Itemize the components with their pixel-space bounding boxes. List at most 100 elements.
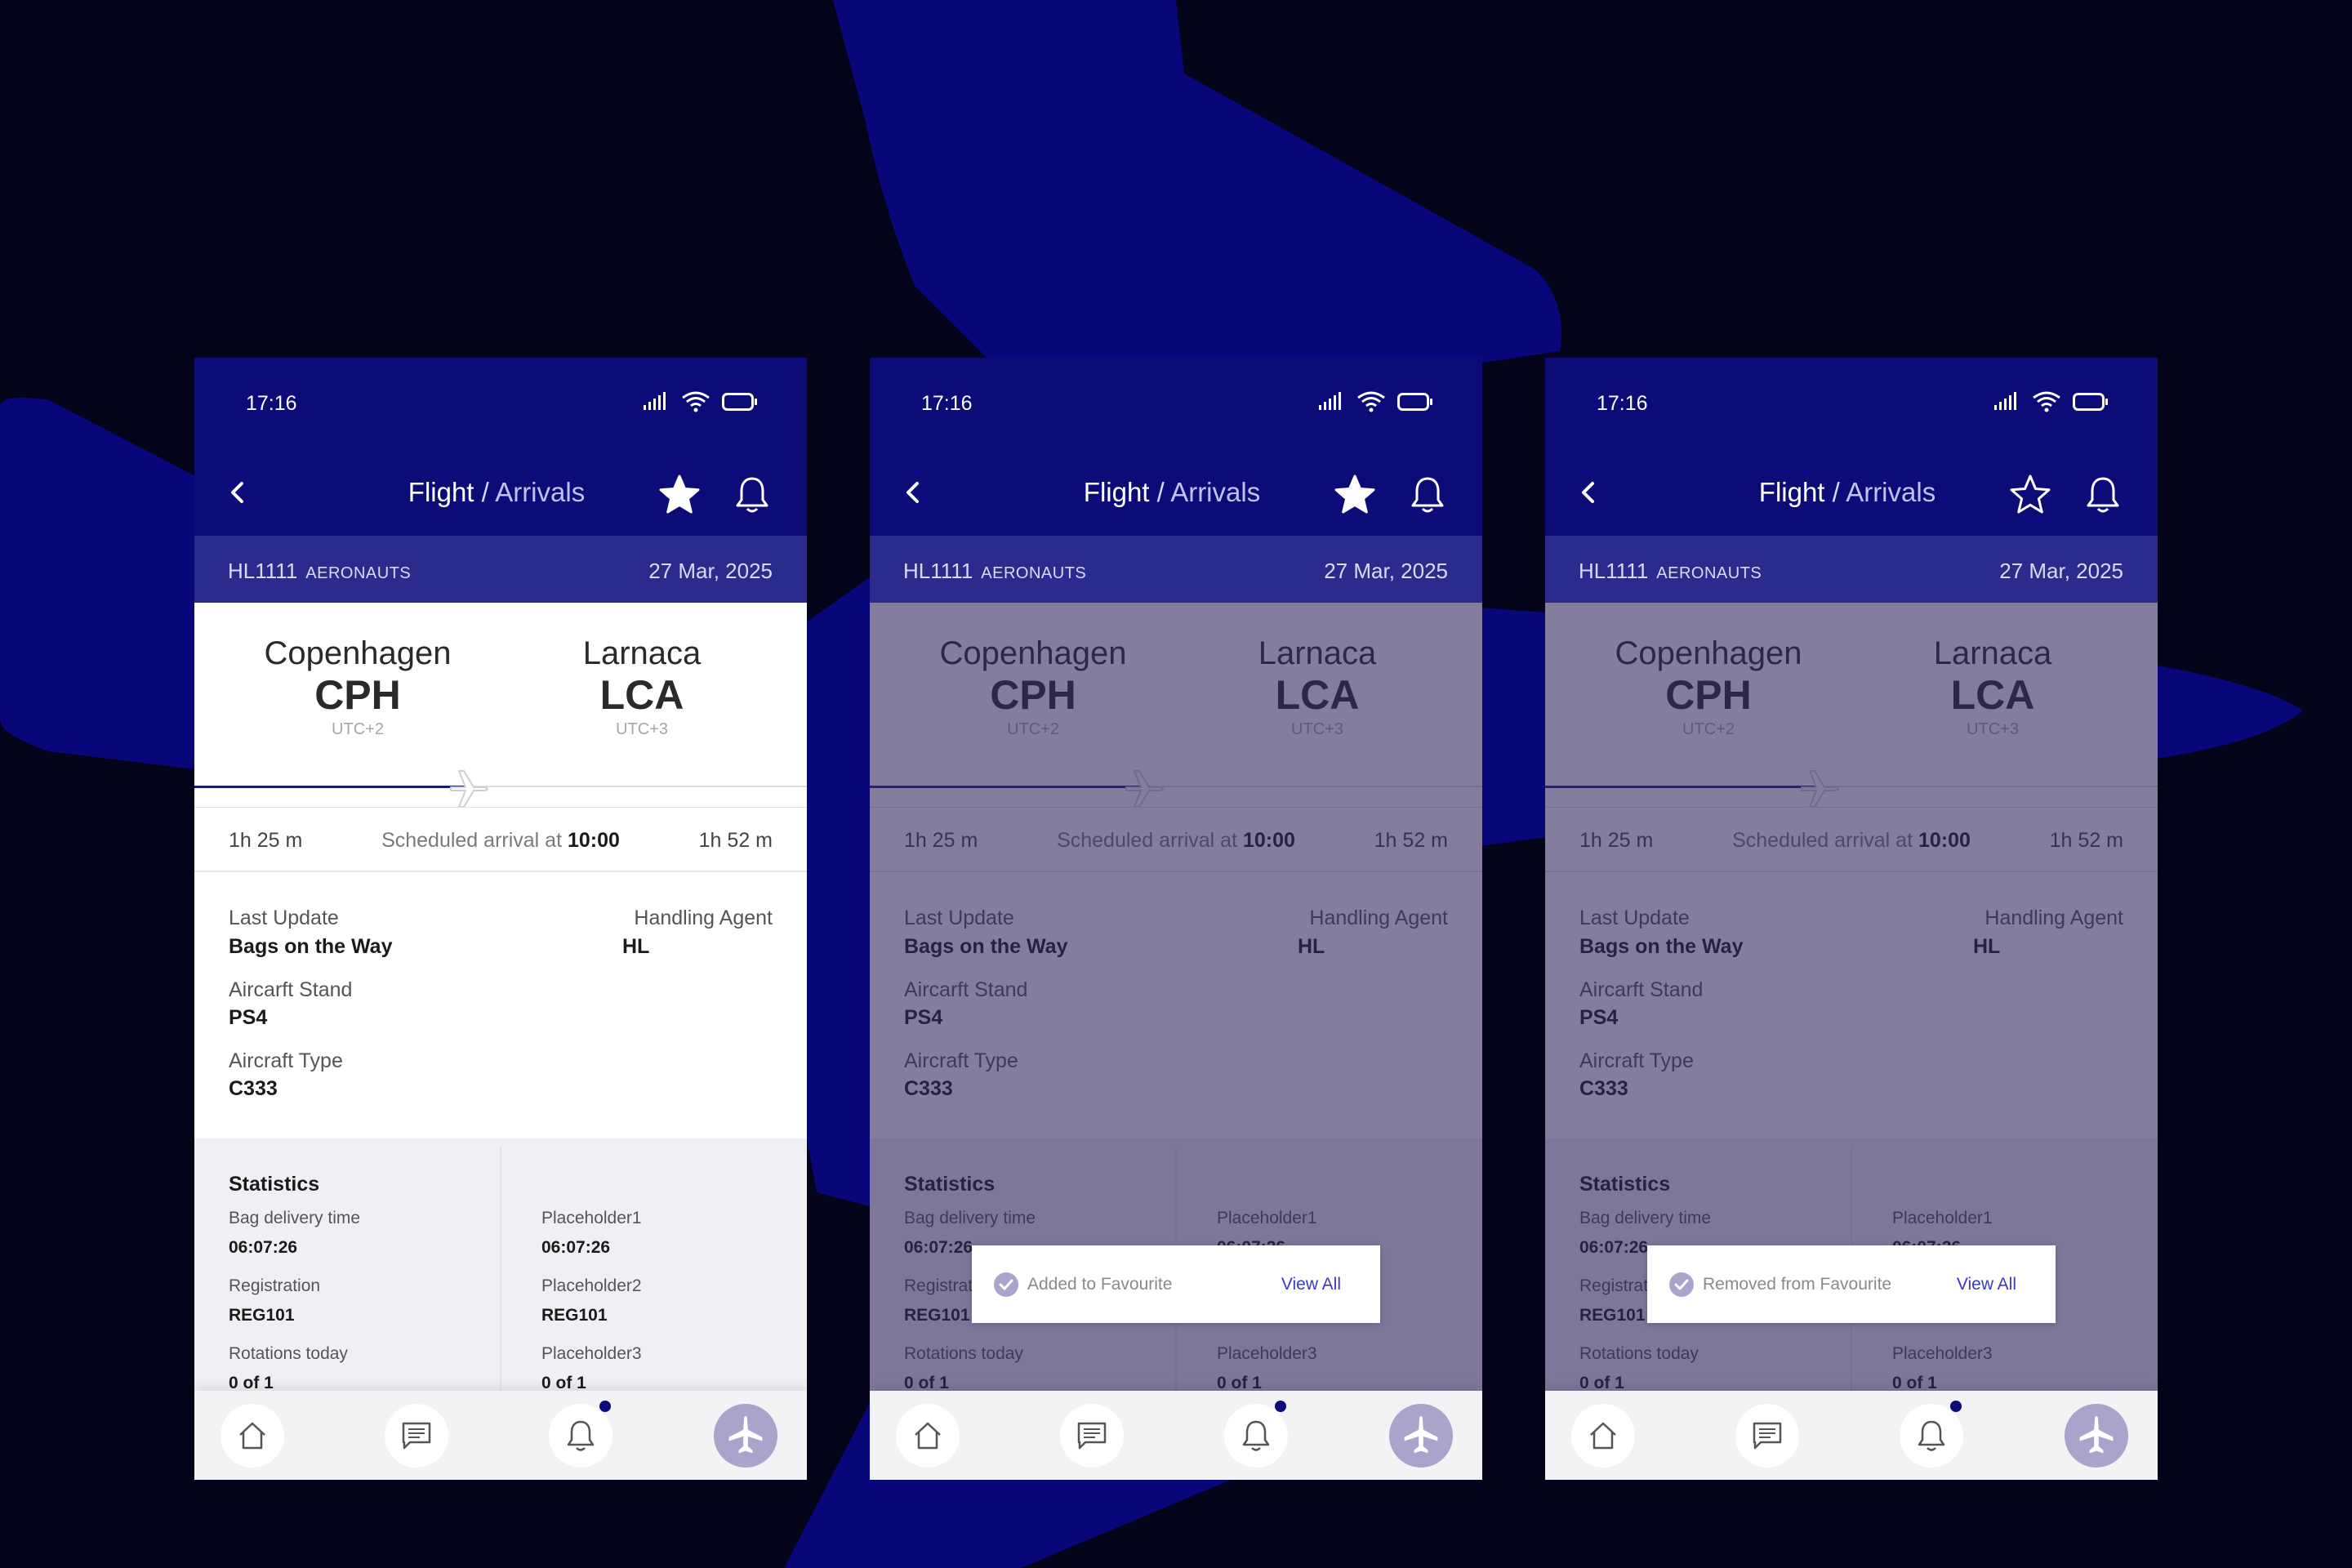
star-icon[interactable]: [1334, 474, 1376, 516]
phone-screen-3: 17:16 Flight / Arrivals HL1111 AERONAUTS …: [1545, 358, 2158, 1480]
chat-icon: [1753, 1422, 1782, 1450]
handling-agent-label: Handling Agent: [634, 906, 773, 929]
check-circle-icon: [1669, 1272, 1694, 1297]
stat-label: Placeholder2: [541, 1276, 642, 1295]
chat-icon: [1077, 1422, 1107, 1450]
flight-code: HL1111: [1579, 559, 1649, 583]
scheduled-time: 10:00: [567, 829, 620, 852]
statistics-panel: Statistics Bag delivery time 06:07:26 Re…: [194, 1138, 807, 1398]
flight-code: HL1111: [903, 559, 973, 583]
nav-flights[interactable]: [1389, 1404, 1453, 1468]
star-icon[interactable]: [2009, 474, 2051, 516]
stat-label: Registration: [229, 1276, 321, 1295]
flight-date: 27 Mar, 2025: [648, 559, 773, 583]
title-sub: Arrivals: [1846, 477, 1936, 507]
nav-notifications[interactable]: [1224, 1404, 1288, 1468]
wifi-icon: [682, 391, 710, 412]
bell-icon: [567, 1420, 595, 1451]
status-time: 17:16: [1597, 392, 1648, 415]
toast-message: Added to Favourite: [1027, 1275, 1173, 1294]
scheduled-label: Scheduled arrival at: [381, 829, 563, 852]
flight-number: HL1111 AERONAUTS: [228, 559, 411, 584]
wifi-icon: [1357, 391, 1385, 412]
flight-number: HL1111 AERONAUTS: [903, 559, 1086, 584]
nav-home[interactable]: [1571, 1404, 1635, 1468]
view-all-link[interactable]: View All: [1281, 1275, 1341, 1294]
status-icons: [642, 391, 758, 412]
stat-value: 06:07:26: [229, 1238, 298, 1257]
aircraft-stand-label: Aircarft Stand: [229, 978, 353, 1001]
page-title: Flight / Arrivals: [870, 477, 1482, 508]
wifi-icon: [2033, 391, 2060, 412]
star-icon[interactable]: [658, 474, 701, 516]
stat-label: Placeholder3: [541, 1344, 642, 1363]
page-title: Flight / Arrivals: [1545, 477, 2158, 508]
battery-icon: [2073, 393, 2108, 411]
nav-messages[interactable]: [385, 1404, 448, 1468]
destination-utc: UTC+3: [616, 720, 668, 738]
notification-bell-icon[interactable]: [2084, 475, 2122, 514]
phone-screen-2: 17:16 Flight / Arrivals HL1111 AERONAUTS …: [870, 358, 1482, 1480]
destination-code: LCA: [599, 672, 684, 718]
home-icon: [239, 1422, 265, 1450]
aircraft-stand-value: PS4: [229, 1006, 268, 1029]
page-title: Flight / Arrivals: [194, 477, 807, 508]
nav-flights[interactable]: [2065, 1404, 2128, 1468]
title-separator: /: [1832, 477, 1840, 507]
status-time: 17:16: [921, 392, 973, 415]
bottom-nav: [194, 1391, 807, 1480]
flight-info-bar: HL1111 AERONAUTS 27 Mar, 2025: [1545, 536, 2158, 603]
flight-progress-fill: [194, 786, 470, 788]
status-bar: 17:16: [1545, 358, 2158, 448]
bell-icon: [1242, 1420, 1270, 1451]
status-icons: [1993, 391, 2109, 412]
title-sub: Arrivals: [495, 477, 586, 507]
origin-utc: UTC+2: [332, 720, 384, 738]
title-sub: Arrivals: [1170, 477, 1261, 507]
handling-agent-value: HL: [622, 935, 650, 958]
favourite-toast: Removed from Favourite View All: [1647, 1245, 2056, 1323]
home-icon: [1590, 1422, 1616, 1450]
nav-flights[interactable]: [714, 1404, 777, 1468]
battery-icon: [722, 393, 757, 411]
title-main: Flight: [408, 477, 474, 507]
title-separator: /: [1156, 477, 1165, 507]
stat-value: REG101: [229, 1306, 295, 1325]
plane-progress-icon: [449, 770, 488, 808]
flight-details: Last Update Bags on the Way Handling Age…: [194, 872, 807, 1138]
notification-bell-icon[interactable]: [733, 475, 771, 514]
route-card: Copenhagen CPH UTC+2 Larnaca LCA UTC+3 1…: [194, 603, 807, 872]
aircraft-type-value: C333: [229, 1077, 278, 1100]
plane-icon: [1404, 1415, 1438, 1454]
nav-home[interactable]: [896, 1404, 960, 1468]
stat-label: Placeholder1: [541, 1209, 642, 1227]
nav-messages[interactable]: [1735, 1404, 1799, 1468]
destination-city: Larnaca: [582, 635, 702, 671]
stat-value: REG101: [541, 1306, 608, 1325]
flight-date: 27 Mar, 2025: [1324, 559, 1448, 583]
airline-name: AERONAUTS: [305, 564, 412, 582]
status-time: 17:16: [246, 392, 297, 415]
airline-name: AERONAUTS: [1656, 564, 1762, 582]
statistics-title: Statistics: [229, 1173, 320, 1196]
chat-icon: [402, 1422, 431, 1450]
nav-home[interactable]: [220, 1404, 284, 1468]
check-circle-icon: [994, 1272, 1018, 1297]
title-separator: /: [481, 477, 489, 507]
home-icon: [915, 1422, 941, 1450]
nav-notifications[interactable]: [549, 1404, 612, 1468]
app-header: Flight / Arrivals: [870, 448, 1482, 536]
toast-message: Removed from Favourite: [1703, 1275, 1892, 1294]
status-bar: 17:16: [870, 358, 1482, 448]
app-header: Flight / Arrivals: [1545, 448, 2158, 536]
bell-icon: [1918, 1420, 1945, 1451]
view-all-link[interactable]: View All: [1957, 1275, 2016, 1294]
signal-icon: [1994, 392, 2016, 410]
title-main: Flight: [1758, 477, 1825, 507]
notification-bell-icon[interactable]: [1409, 475, 1446, 514]
signal-icon: [644, 392, 666, 410]
nav-messages[interactable]: [1060, 1404, 1124, 1468]
origin-city: Copenhagen: [264, 635, 452, 671]
origin: Copenhagen CPH UTC+2: [227, 635, 488, 739]
nav-notifications[interactable]: [1900, 1404, 1963, 1468]
